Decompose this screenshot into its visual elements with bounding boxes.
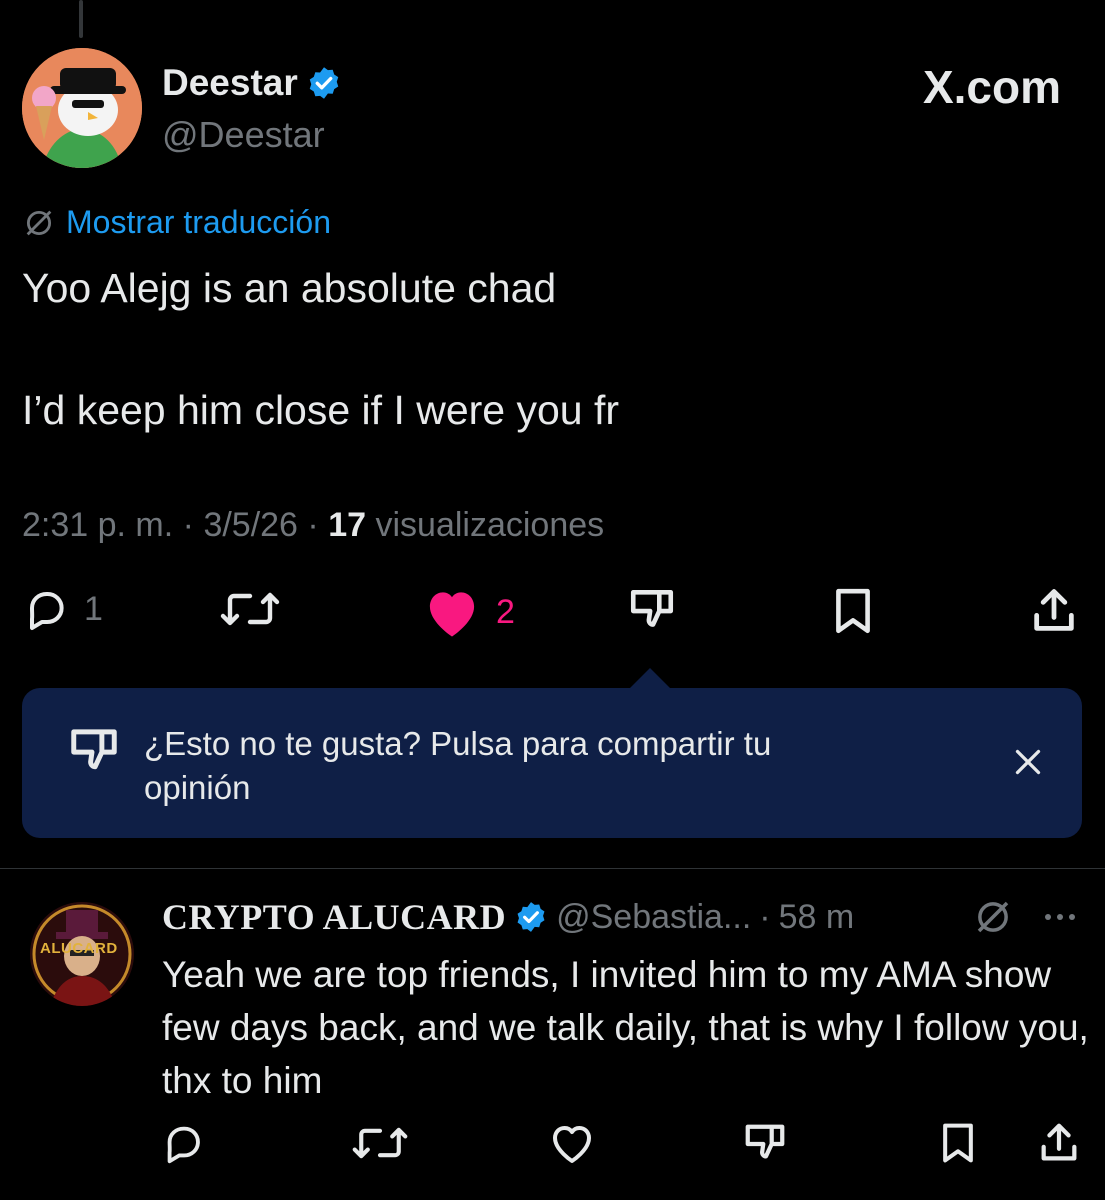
reply-button[interactable]: 1: [22, 585, 103, 633]
tweet-date[interactable]: 3/5/26: [203, 506, 298, 544]
like-count: 2: [496, 592, 515, 631]
reply-reply-button[interactable]: [160, 1120, 206, 1166]
reply-like-button[interactable]: [548, 1120, 596, 1166]
close-icon: [1010, 744, 1046, 780]
tweet-text: Yoo Alejg is an absolute chad I’d keep h…: [22, 258, 619, 441]
tooltip-arrow: [628, 668, 672, 690]
author-name-text[interactable]: Deestar: [162, 62, 298, 104]
bookmark-button[interactable]: [828, 585, 878, 637]
reply-bookmark-button[interactable]: [936, 1120, 980, 1166]
tweet-line-2: I’d keep him close if I were you fr: [22, 387, 620, 433]
bookmark-icon: [936, 1120, 980, 1166]
translate-icon: [972, 896, 1014, 938]
reply-age[interactable]: 58 m: [779, 898, 855, 937]
show-translation-link[interactable]: Mostrar traducción: [22, 204, 331, 241]
heart-outline-icon: [548, 1120, 596, 1166]
reply-header: CRYPTO ALUCARD @Sebastia... · 58 m: [162, 896, 854, 938]
reply-action-bar: [160, 1120, 1085, 1170]
thumbs-down-icon: [626, 585, 678, 635]
reply-icon: [160, 1120, 206, 1166]
separator-dot: ·: [759, 897, 771, 936]
reply-dislike-button[interactable]: [742, 1120, 788, 1166]
thread-line: [79, 0, 83, 38]
brand-watermark: X.com: [922, 61, 1061, 113]
reply-text: Yeah we are top friends, I invited him t…: [162, 954, 1089, 1101]
retweet-icon: [218, 585, 282, 633]
reply-count: 1: [84, 589, 103, 628]
close-tooltip-button[interactable]: [1010, 744, 1046, 780]
more-icon: [1042, 902, 1078, 932]
tweet-meta: 2:31 p. m. · 3/5/26 · 17 visualizaciones: [22, 506, 605, 544]
reply-author-name[interactable]: CRYPTO ALUCARD: [162, 896, 506, 938]
heart-filled-icon: [422, 585, 482, 639]
retweet-icon: [350, 1120, 410, 1166]
like-button[interactable]: 2: [422, 585, 515, 639]
share-button[interactable]: [1028, 585, 1080, 637]
author-avatar[interactable]: [22, 48, 142, 168]
tooltip-text[interactable]: ¿Esto no te gusta? Pulsa para compartir …: [144, 722, 844, 810]
more-options-button[interactable]: [1042, 902, 1078, 932]
tweet-time[interactable]: 2:31 p. m.: [22, 506, 173, 544]
reply-retweet-button[interactable]: [350, 1120, 410, 1166]
divider: [0, 868, 1105, 869]
views-count: 17: [328, 506, 367, 544]
reply-share-button[interactable]: [1036, 1120, 1082, 1166]
author-handle[interactable]: @Deestar: [162, 114, 325, 156]
dislike-button[interactable]: [626, 585, 678, 635]
retweet-button[interactable]: [218, 585, 282, 633]
translate-icon: [22, 206, 56, 240]
tweet-action-bar: 1 2: [22, 585, 1082, 645]
thumbs-down-icon: [742, 1120, 788, 1166]
reply-author-avatar[interactable]: ALUCARD: [30, 902, 134, 1006]
reply-icon: [22, 585, 70, 633]
reply-translate-button[interactable]: [972, 896, 1014, 938]
reply-author-handle[interactable]: @Sebastia...: [556, 898, 751, 937]
verified-badge-icon: [306, 65, 342, 101]
thumbs-down-icon: [66, 724, 122, 778]
views-label: visualizaciones: [375, 506, 605, 544]
avatar-logo-text: ALUCARD: [40, 940, 118, 957]
verified-badge-icon: [514, 900, 548, 934]
share-icon: [1028, 585, 1080, 637]
translate-label[interactable]: Mostrar traducción: [66, 204, 331, 241]
share-icon: [1036, 1120, 1082, 1166]
tweet-line-1: Yoo Alejg is an absolute chad: [22, 265, 557, 311]
bookmark-icon: [828, 585, 878, 637]
author-name[interactable]: Deestar: [162, 62, 342, 104]
